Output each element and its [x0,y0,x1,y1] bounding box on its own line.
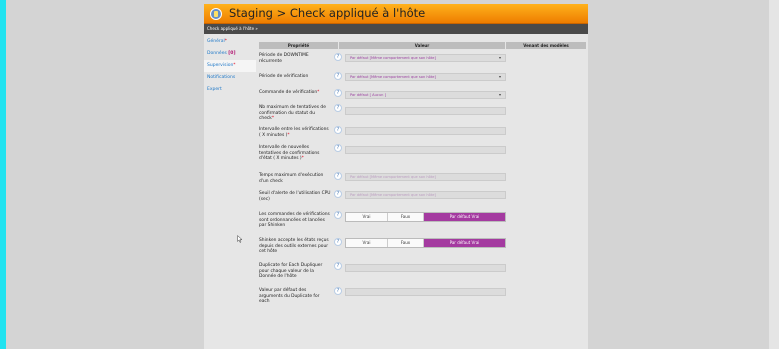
downtime-period-select[interactable]: Par défaut [Même comportement que son hô… [345,54,506,62]
nav-tab-supervision[interactable]: Supervision* [204,60,256,72]
property-label: Nb maximum de tentatives de confirmation… [259,105,326,121]
active-checks-toggle: Vrai Faux Par défaut Vrai [345,212,506,222]
help-icon[interactable]: ? [334,211,342,219]
check-command-select[interactable]: Par défaut [ Aucun ] ▾ [345,91,506,99]
help-icon[interactable]: ? [334,172,342,180]
left-edge-strip [0,0,6,349]
property-label: Période de vérification [259,74,309,79]
right-edge-strip [769,0,779,349]
property-label: Shinken accepte les états reçus depuis d… [259,238,329,254]
help-icon[interactable]: ? [334,53,342,61]
chevron-down-icon: ▾ [498,92,501,97]
column-header-value: Valeur [339,42,506,49]
nav-tab-data[interactable]: Données [0] [204,48,256,60]
app-logo-icon [210,8,222,20]
help-icon[interactable]: ? [334,126,342,134]
column-header-from-templates: Venant des modèles [506,42,586,49]
chevron-down-icon: ▾ [498,74,501,79]
chevron-down-icon: ▾ [498,55,501,60]
sidebar-nav: Général* Données [0] Supervision* Notifi… [204,36,256,96]
help-icon[interactable]: ? [334,144,342,152]
breadcrumb[interactable]: Check appliqué à l'hôte » [204,24,588,34]
data-count-badge: [0] [228,51,236,56]
option-default-button[interactable]: Par défaut Vrai [424,239,505,247]
property-label: Duplicate for Each Dupliquer pour chaque… [259,263,323,279]
help-icon[interactable]: ? [334,238,342,246]
help-icon[interactable]: ? [334,104,342,112]
property-label: Seuil d'alerte de l'utilisation CPU (sec… [259,191,331,202]
nav-tab-expert[interactable]: Expert [204,84,256,96]
duplicate-for-each-input[interactable] [345,264,506,272]
help-icon[interactable]: ? [334,262,342,270]
max-check-attempts-input[interactable] [345,107,506,115]
title-bar: Staging > Check appliqué à l'hôte [204,4,588,24]
option-true-button[interactable]: Vrai [346,213,388,221]
check-editor-panel: Staging > Check appliqué à l'hôte Check … [204,4,588,349]
check-period-select[interactable]: Par défaut [Même comportement que son hô… [345,73,506,81]
property-label: Période de DOWNTIME récurrente [259,53,309,64]
nav-tab-notifications[interactable]: Notifications [204,72,256,84]
cpu-threshold-input[interactable]: Par défaut [Même comportement que son hô… [345,191,506,199]
duplicate-default-args-input[interactable] [345,288,506,296]
window-title: Staging > Check appliqué à l'hôte [229,6,426,20]
table-header: Propriété Valeur Venant des modèles [259,42,586,49]
property-label: Intervalle de nouvelles tentatives de co… [259,145,320,161]
property-label: Les commandes de vérifications sont ordo… [259,212,330,228]
page: Staging > Check appliqué à l'hôte Check … [0,0,779,349]
option-false-button[interactable]: Faux [388,239,424,247]
mouse-pointer-icon [237,235,243,243]
nav-tab-general[interactable]: Général* [204,36,256,48]
property-label: Valeur par défaut des arguments du Dupli… [259,288,320,304]
help-icon[interactable]: ? [334,287,342,295]
check-interval-input[interactable] [345,127,506,135]
check-timeout-input[interactable]: Par défaut [Même comportement que son hô… [345,173,506,181]
property-label: Intervalle entre les vérifications ( X m… [259,127,329,138]
option-default-button[interactable]: Par défaut Vrai [424,213,505,221]
help-icon[interactable]: ? [334,190,342,198]
column-header-property: Propriété [259,42,339,49]
passive-checks-toggle: Vrai Faux Par défaut Vrai [345,238,506,248]
option-true-button[interactable]: Vrai [346,239,388,247]
help-icon[interactable]: ? [334,89,342,97]
property-label: Temps maximum d'exécution d'un check [259,173,324,184]
retry-interval-input[interactable] [345,146,506,154]
option-false-button[interactable]: Faux [388,213,424,221]
help-icon[interactable]: ? [334,72,342,80]
property-label: Commande de vérification* [259,90,320,95]
